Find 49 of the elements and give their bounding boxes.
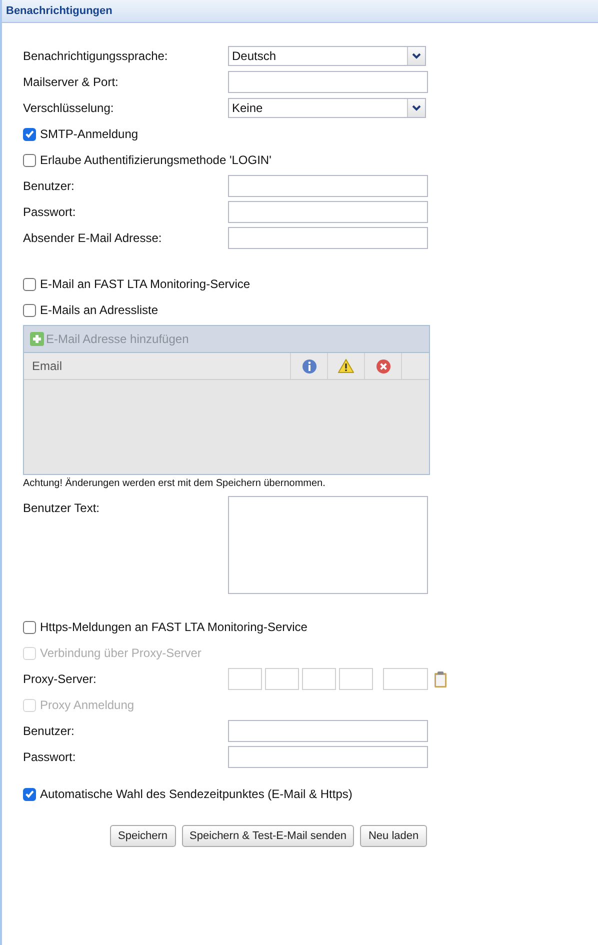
- input-field[interactable]: [228, 720, 428, 742]
- checkbox[interactable]: [23, 788, 36, 800]
- field-label: Proxy-Server:: [23, 672, 98, 686]
- ip-octet-field[interactable]: [265, 668, 299, 690]
- field-label: Benutzer:: [23, 724, 76, 738]
- port-field[interactable]: [383, 668, 428, 690]
- ip-octet-field[interactable]: [339, 668, 373, 690]
- field-label: Absender E-Mail Adresse:: [23, 231, 163, 245]
- input-field[interactable]: [228, 201, 428, 223]
- action-button[interactable]: Speichern & Test-E-Mail senden: [182, 825, 354, 847]
- checkbox[interactable]: [23, 154, 36, 166]
- checkbox-option[interactable]: E-Mail an FAST LTA Monitoring-Service: [23, 277, 250, 291]
- chevron-down-icon: [412, 105, 421, 111]
- error-icon: [376, 358, 390, 374]
- ip-octet-field[interactable]: [302, 668, 336, 690]
- input-field[interactable]: [228, 746, 428, 768]
- warning-icon: [338, 359, 354, 373]
- field-label: Mailserver & Port:: [23, 75, 120, 89]
- checkbox[interactable]: [23, 620, 36, 634]
- checkbox[interactable]: [23, 304, 36, 316]
- dropdown[interactable]: Keine: [228, 98, 426, 118]
- field-label: Verschlüsselung:: [23, 101, 115, 115]
- action-button[interactable]: Neu laden: [360, 825, 427, 847]
- hint-text: Achtung! Änderungen werden erst mit dem Speichern übernommen.: [23, 476, 326, 491]
- checkbox-option[interactable]: SMTP-Anmeldung: [23, 127, 138, 141]
- field-label: Benutzer:: [23, 179, 76, 193]
- dropdown[interactable]: Deutsch: [228, 46, 426, 66]
- clipboard-icon[interactable]: [434, 670, 447, 688]
- checkbox-option[interactable]: Automatische Wahl des Sendezeitpunktes (E-Mail & Https): [23, 787, 352, 801]
- field-label: Benachrichtigungssprache:: [23, 49, 169, 63]
- checkbox-option[interactable]: Erlaube Authentifizierungsmethode 'LOGIN': [23, 153, 272, 167]
- column-header[interactable]: Email: [24, 353, 290, 379]
- checkbox[interactable]: [23, 278, 36, 290]
- action-button[interactable]: Speichern: [110, 825, 176, 847]
- input-field[interactable]: [228, 175, 428, 197]
- field-label: Benutzer Text:: [23, 501, 100, 515]
- info-icon: [302, 358, 316, 374]
- ip-octet-field[interactable]: [228, 668, 262, 690]
- field-label: Passwort:: [23, 750, 77, 764]
- text-area[interactable]: [228, 496, 428, 594]
- chevron-down-icon: [412, 53, 421, 59]
- plus-icon: [30, 332, 44, 346]
- input-field[interactable]: [228, 71, 428, 93]
- checkbox-option[interactable]: Https-Meldungen an FAST LTA Monitoring-Service: [23, 620, 308, 634]
- input-field[interactable]: [228, 227, 428, 249]
- checkbox[interactable]: [23, 128, 36, 140]
- checkbox-option[interactable]: E-Mails an Adressliste: [23, 303, 158, 317]
- panel-title: Benachrichtigungen: [6, 5, 112, 17]
- field-label: Passwort:: [23, 205, 77, 219]
